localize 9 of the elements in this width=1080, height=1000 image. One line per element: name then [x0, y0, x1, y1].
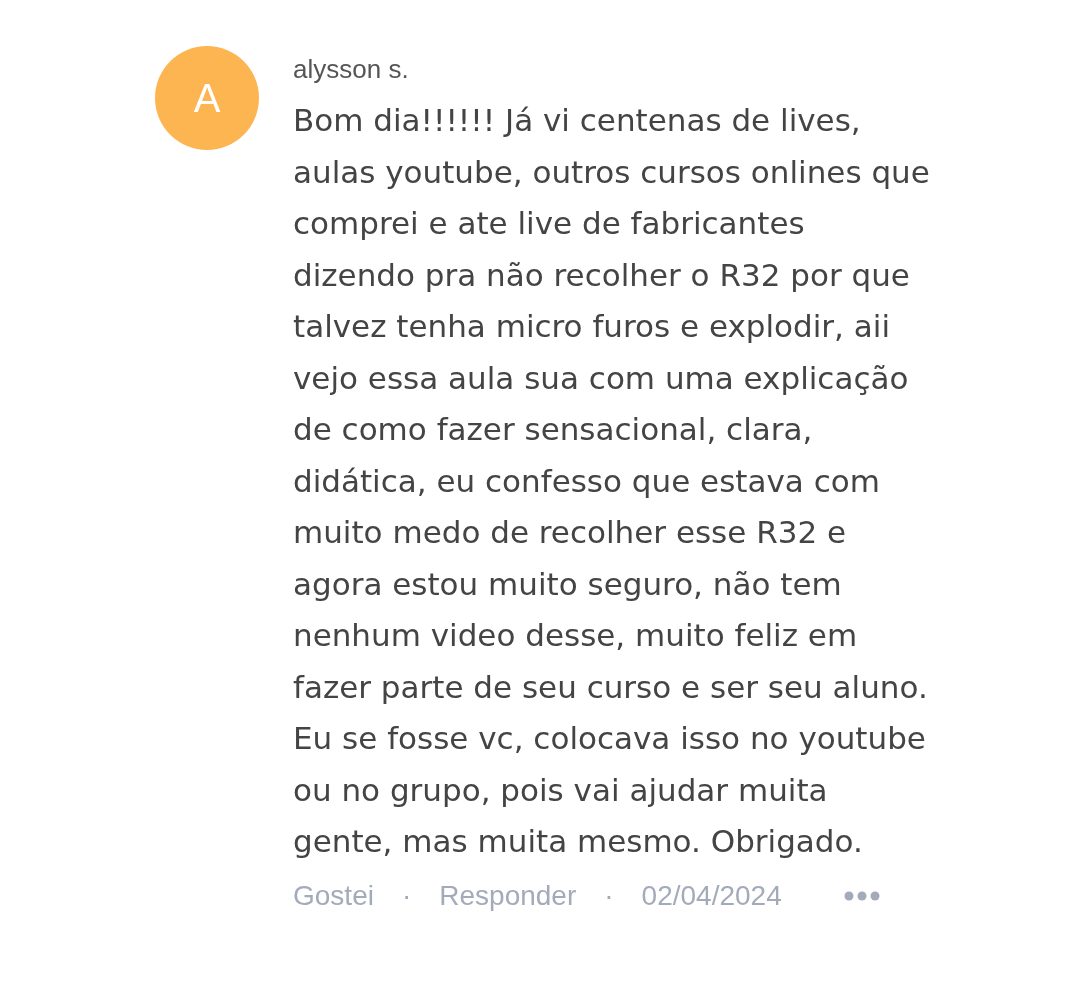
separator-dot: ·	[401, 879, 412, 912]
more-icon[interactable]	[843, 890, 880, 901]
comment-date: 02/04/2024	[641, 879, 782, 912]
separator-dot: ·	[604, 879, 614, 912]
action-link[interactable]: Responder	[439, 879, 577, 912]
avatar-letter: A	[193, 75, 221, 121]
author-name: alysson s.	[293, 54, 409, 85]
comment-text: Bom dia!!!!!! Já vi centenas de lives, aulas youtube, outros cursos onlines que comprei e ate live de fabricantes dizendo pra não recolher o R32 por que talvez tenha micro furos e explodir, aii vejo essa aula sua com uma explicação de como fazer sensacional, clara, didática, eu confesso que estava com muito medo de recolher esse R32 e agora estou muito seguro, não tem nenhum video desse, muito feliz em fazer parte de seu curso e ser seu aluno. Eu se fosse vc, colocava isso no youtube ou no grupo, pois vai ajudar muita gente, mas muita mesmo. Obrigado.	[293, 101, 931, 861]
action-link[interactable]: Gostei	[293, 879, 374, 912]
